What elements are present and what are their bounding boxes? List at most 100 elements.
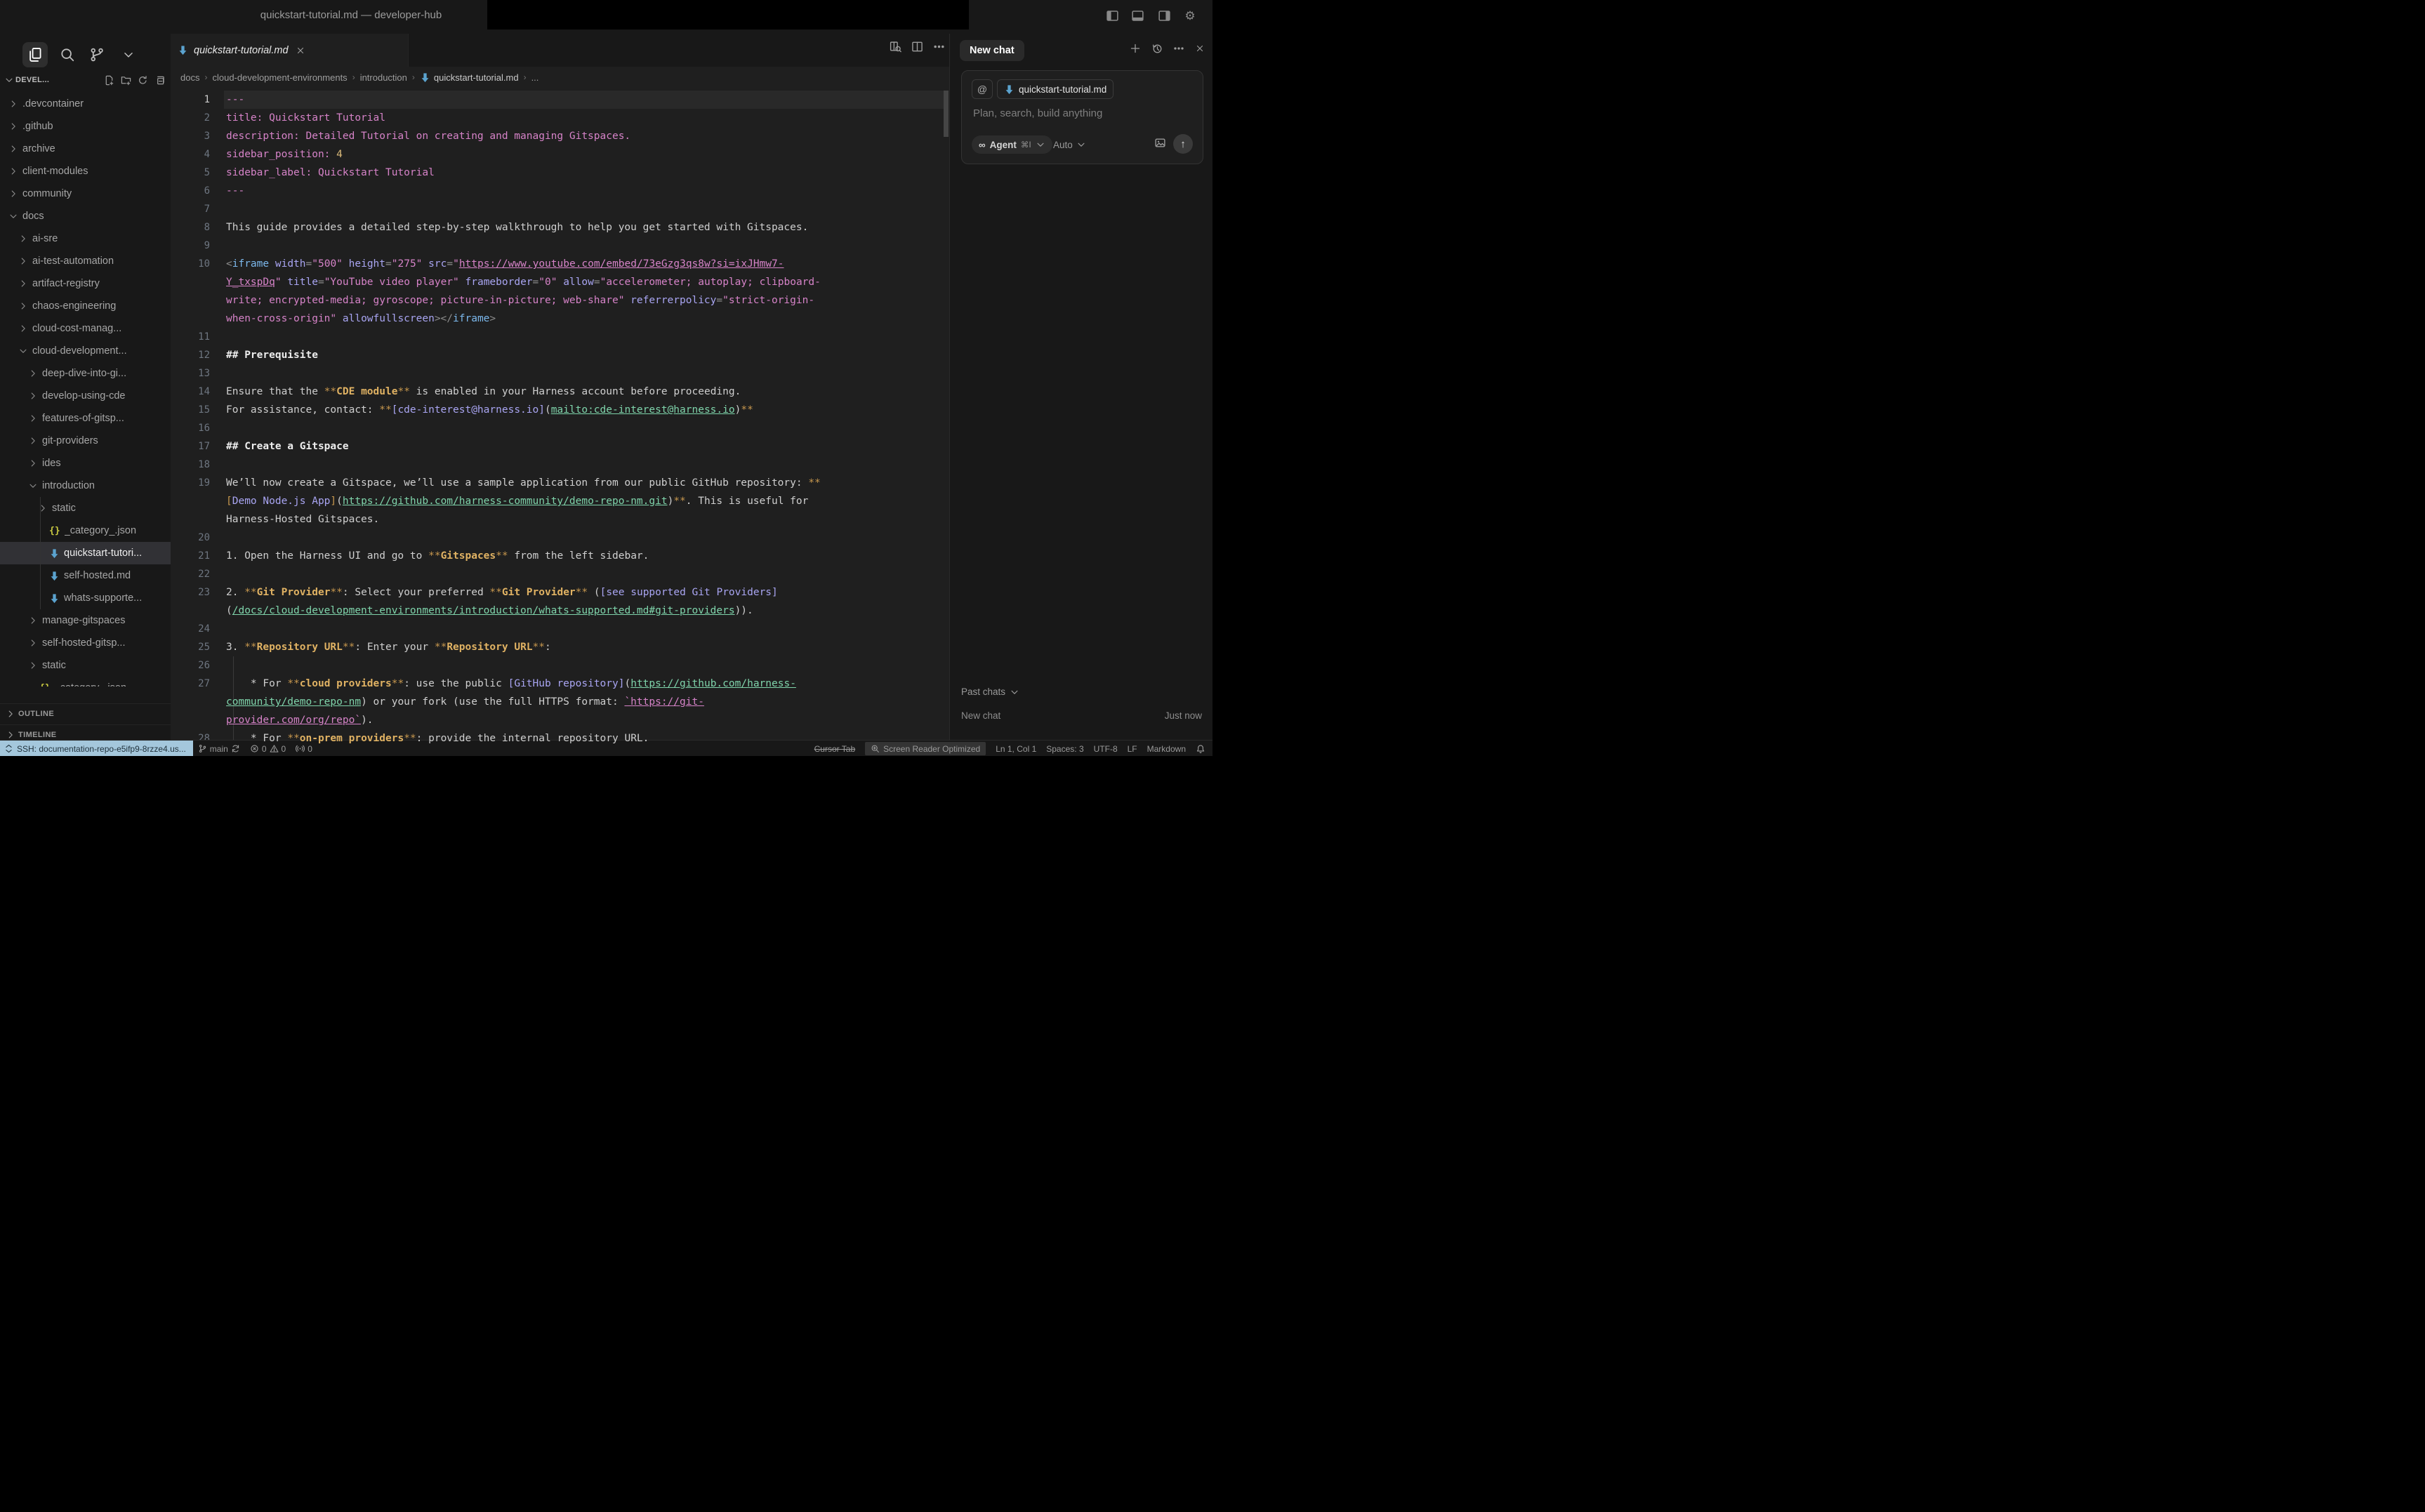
tree-item-develop-using-cde[interactable]: develop-using-cde <box>0 385 171 407</box>
code-line[interactable]: 7 <box>171 200 949 218</box>
image-icon[interactable] <box>1154 137 1166 149</box>
code-line[interactable]: 5sidebar_label: Quickstart Tutorial <box>171 164 949 182</box>
bell-icon-item[interactable] <box>1196 744 1205 754</box>
breadcrumb-item[interactable]: docs <box>180 72 199 83</box>
code-line[interactable]: (/docs/cloud-development-environments/in… <box>171 602 949 620</box>
gear-icon[interactable]: ⚙ <box>1182 6 1198 25</box>
split-editor-icon[interactable] <box>911 41 923 53</box>
tree-item-chaos-engineering[interactable]: chaos-engineering <box>0 295 171 317</box>
code-line[interactable]: 253. **Repository URL**: Enter your **Re… <box>171 638 949 656</box>
code-line[interactable]: 211. Open the Harness UI and go to **Git… <box>171 547 949 565</box>
remote-indicator[interactable]: SSH: documentation-repo-e5ifp9-8rzze4.us… <box>0 741 193 756</box>
close-icon[interactable] <box>296 46 305 55</box>
send-button[interactable]: ↑ <box>1173 134 1193 154</box>
code-area[interactable]: 1---2title: Quickstart Tutorial3descript… <box>171 89 949 740</box>
outline-section[interactable]: OUTLINE <box>0 703 171 724</box>
code-line[interactable]: 18 <box>171 456 949 474</box>
search-icon[interactable] <box>55 42 80 67</box>
tree-item-archive[interactable]: archive <box>0 138 171 160</box>
code-line[interactable]: 9 <box>171 237 949 255</box>
tree-item-artifact-registry[interactable]: artifact-registry <box>0 272 171 295</box>
tree-item-self-hosted-gitsp-[interactable]: self-hosted-gitsp... <box>0 632 171 654</box>
breadcrumb-item[interactable]: ... <box>531 72 539 83</box>
tree-item-community[interactable]: community <box>0 183 171 205</box>
context-chip[interactable]: quickstart-tutorial.md <box>997 79 1114 99</box>
code-line[interactable]: 10<iframe width="500" height="275" src="… <box>171 255 949 273</box>
code-line[interactable]: 2title: Quickstart Tutorial <box>171 109 949 127</box>
explorer-icon[interactable] <box>22 42 48 67</box>
tree-item-client-modules[interactable]: client-modules <box>0 160 171 183</box>
code-line[interactable]: 14Ensure that the **CDE module** is enab… <box>171 383 949 401</box>
tree-item-deep-dive-into-gi-[interactable]: deep-dive-into-gi... <box>0 362 171 385</box>
code-line[interactable]: 26 <box>171 656 949 675</box>
code-line[interactable]: 3description: Detailed Tutorial on creat… <box>171 127 949 145</box>
cursor-position[interactable]: Ln 1, Col 1 <box>996 744 1036 754</box>
tree-item-ai-sre[interactable]: ai-sre <box>0 227 171 250</box>
code-line[interactable]: 13 <box>171 364 949 383</box>
tree-item-static[interactable]: static <box>0 497 171 519</box>
tree-item-git-providers[interactable]: git-providers <box>0 430 171 452</box>
screen-reader-indicator[interactable]: Screen Reader Optimized <box>865 742 986 755</box>
chat-input-card[interactable]: @ quickstart-tutorial.md Plan, search, b… <box>961 70 1203 164</box>
code-line[interactable]: 20 <box>171 529 949 547</box>
tree-item-quickstart-tutori-[interactable]: quickstart-tutori... <box>0 542 171 564</box>
tree-item-docs[interactable]: docs <box>0 205 171 227</box>
new-folder-icon[interactable] <box>121 75 131 86</box>
cursor-tab-indicator[interactable]: Cursor Tab <box>814 744 855 754</box>
agent-mode-selector[interactable]: ∞ Agent ⌘I <box>972 135 1052 154</box>
encoding[interactable]: UTF-8 <box>1094 744 1118 754</box>
code-line[interactable]: provider.com/org/repo`). <box>171 711 949 729</box>
tab-quickstart-tutorial[interactable]: quickstart-tutorial.md <box>171 34 409 67</box>
tree-item-features-of-gitsp-[interactable]: features-of-gitsp... <box>0 407 171 430</box>
tree-item-static[interactable]: static <box>0 654 171 677</box>
indentation[interactable]: Spaces: 3 <box>1046 744 1083 754</box>
code-line[interactable]: 19We’ll now create a Gitspace, we’ll use… <box>171 474 949 492</box>
more-actions-icon[interactable] <box>933 41 945 53</box>
chat-tab-new-chat[interactable]: New chat <box>960 40 1024 61</box>
code-line[interactable]: [Demo Node.js App](https://github.com/ha… <box>171 492 949 510</box>
code-line[interactable]: 8This guide provides a detailed step-by-… <box>171 218 949 237</box>
eol[interactable]: LF <box>1128 744 1137 754</box>
code-line[interactable]: 24 <box>171 620 949 638</box>
code-line[interactable]: write; encrypted-media; gyroscope; pictu… <box>171 291 949 310</box>
code-line[interactable]: community/demo-repo-nm) or your fork (us… <box>171 693 949 711</box>
chat-history-item[interactable]: New chatJust now <box>950 705 1212 726</box>
collapse-all-icon[interactable] <box>154 75 165 86</box>
code-line[interactable]: 11 <box>171 328 949 346</box>
tree-item-self-hosted-md[interactable]: self-hosted.md <box>0 564 171 587</box>
layout-panel-icon[interactable] <box>1129 6 1146 25</box>
layout-sidebar-left-icon[interactable] <box>1104 6 1121 25</box>
views-chevron-down-icon[interactable] <box>116 42 141 67</box>
new-chat-icon[interactable] <box>1130 43 1141 54</box>
code-line[interactable]: Harness-Hosted Gitspaces. <box>171 510 949 529</box>
new-file-icon[interactable] <box>104 75 114 86</box>
code-line[interactable]: Y_txspDq" title="YouTube video player" f… <box>171 273 949 291</box>
chat-input-placeholder[interactable]: Plan, search, build anything <box>973 107 1102 119</box>
tree-item-manage-gitspaces[interactable]: manage-gitspaces <box>0 609 171 632</box>
breadcrumb-item[interactable]: quickstart-tutorial.md <box>434 72 519 83</box>
tree-item-ides[interactable]: ides <box>0 452 171 475</box>
history-icon[interactable] <box>1151 43 1163 54</box>
code-line[interactable]: 17## Create a Gitspace <box>171 437 949 456</box>
explorer-section-header[interactable]: DEVEL... <box>0 71 171 89</box>
code-line[interactable]: when-cross-origin" allowfullscreen></ifr… <box>171 310 949 328</box>
add-context-button[interactable]: @ <box>972 79 993 99</box>
tree-item-cloud-cost-manag-[interactable]: cloud-cost-manag... <box>0 317 171 340</box>
code-line[interactable]: 27 * For **cloud providers**: use the pu… <box>171 675 949 693</box>
code-line[interactable]: 22 <box>171 565 949 583</box>
code-line[interactable]: 6--- <box>171 182 949 200</box>
code-line[interactable]: 232. **Git Provider**: Select your prefe… <box>171 583 949 602</box>
code-line[interactable]: 1--- <box>171 91 949 109</box>
open-preview-icon[interactable] <box>890 41 901 53</box>
tree-item-cloud-development-[interactable]: cloud-development... <box>0 340 171 362</box>
past-chats-toggle[interactable]: Past chats <box>961 687 1019 697</box>
code-line[interactable]: 15For assistance, contact: **[cde-intere… <box>171 401 949 419</box>
model-selector[interactable]: Auto <box>1053 135 1086 154</box>
breadcrumb-item[interactable]: introduction <box>360 72 407 83</box>
code-line[interactable]: 12## Prerequisite <box>171 346 949 364</box>
source-control-icon[interactable] <box>84 42 110 67</box>
code-line[interactable]: 4sidebar_position: 4 <box>171 145 949 164</box>
tree-item--category-json[interactable]: {}_category_.json <box>0 519 171 542</box>
tree-item-introduction[interactable]: introduction <box>0 475 171 497</box>
layout-sidebar-right-icon[interactable] <box>1156 6 1172 25</box>
